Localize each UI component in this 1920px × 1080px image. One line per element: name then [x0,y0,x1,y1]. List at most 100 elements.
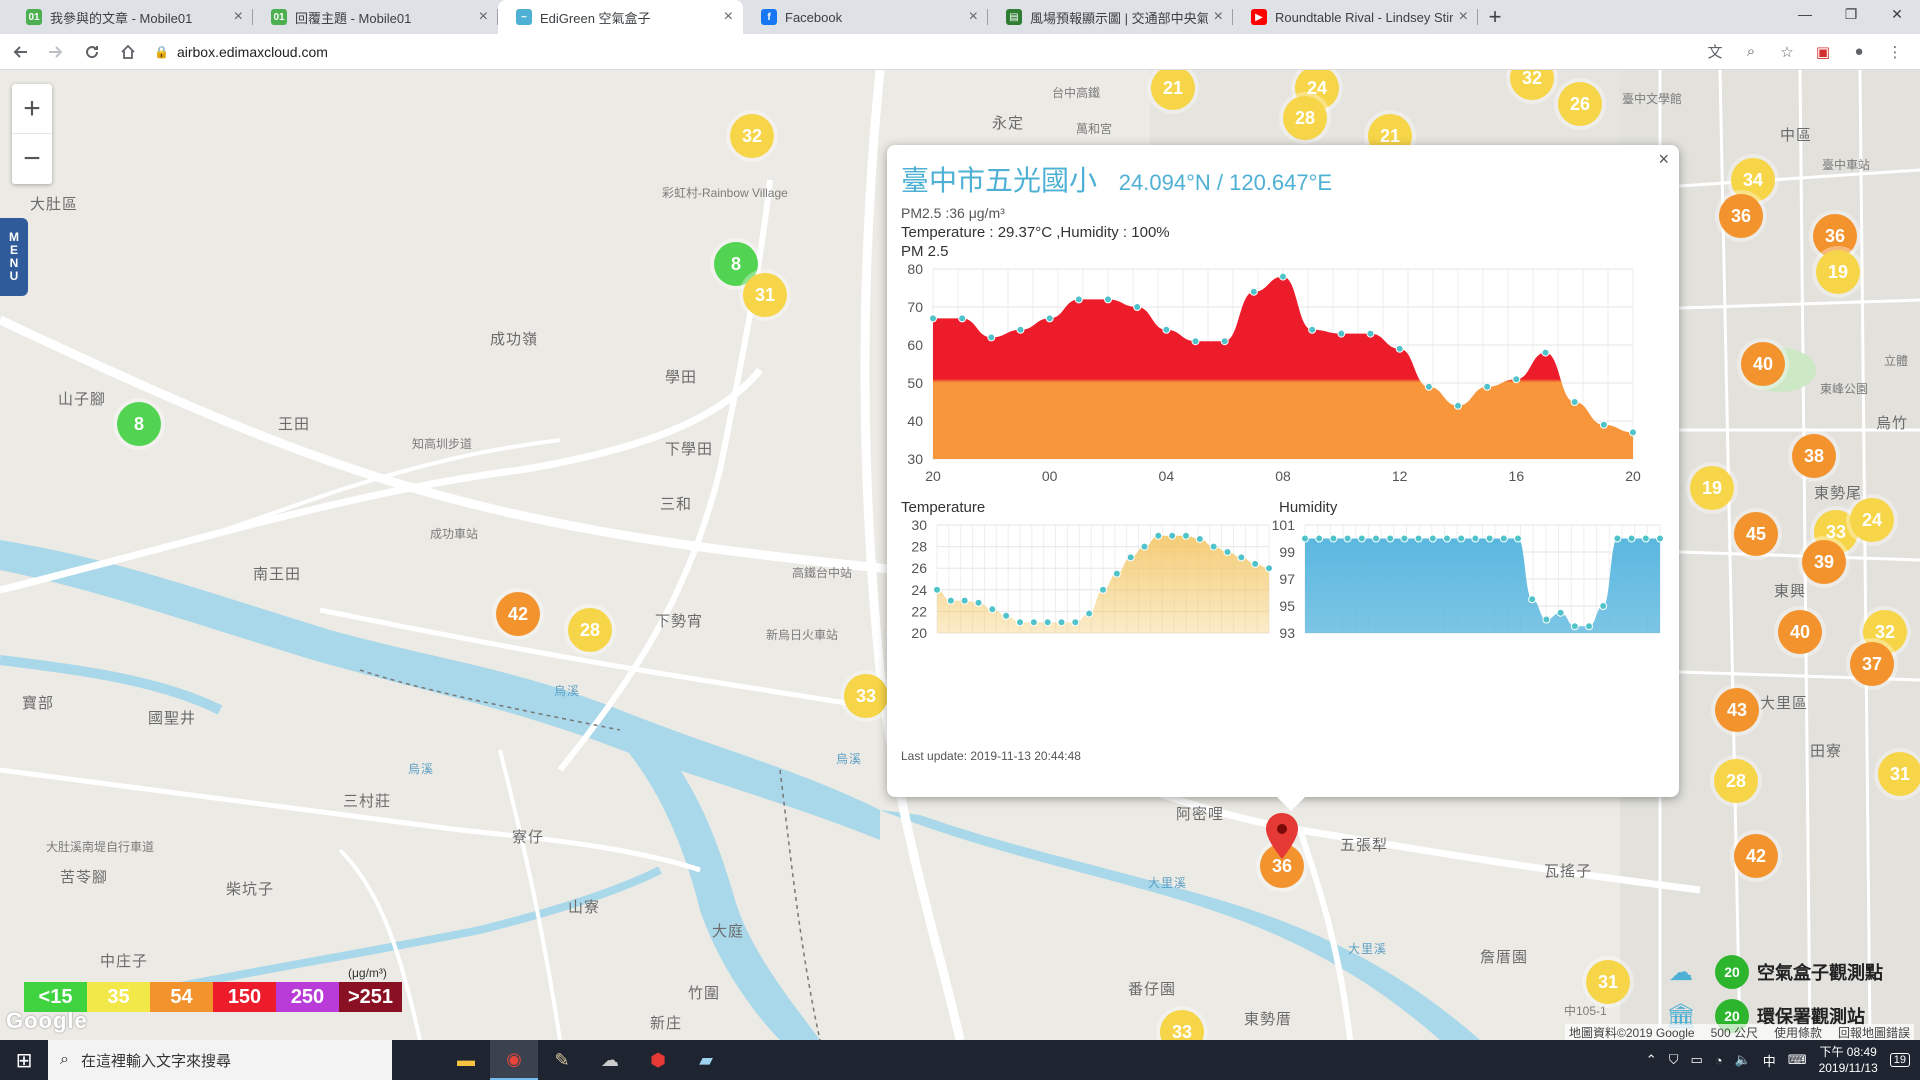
notification-badge[interactable]: 19 [1889,1053,1910,1067]
app-icon[interactable]: ▰ [682,1040,730,1080]
app-icon[interactable]: ⬢ [634,1040,682,1080]
station-marker[interactable]: 38 [1792,434,1836,478]
data-point[interactable] [946,596,955,605]
map-canvas[interactable]: 大肚區 成功嶺 學田 王田 山子腳 下學田 三和 南王田 成功車站 高鐵台中站 下勢宵 新烏日火車站國… [0,70,1920,1040]
data-point[interactable] [1195,535,1204,544]
selected-pin-icon[interactable] [1266,813,1298,859]
taskbar-search[interactable]: ⌕ 在這裡輸入文字來搜尋 [48,1040,392,1080]
station-marker[interactable]: 40 [1778,610,1822,654]
data-point[interactable] [1343,534,1352,543]
close-tab-icon[interactable]: × [724,8,733,26]
data-point[interactable] [1223,548,1232,556]
data-point[interactable] [1414,534,1423,543]
close-tab-icon[interactable]: × [234,8,243,26]
minimize-button[interactable]: — [1782,0,1828,28]
browser-tab[interactable]: ▤ 風場預報顯示圖 | 交通部中央氣象 × [988,0,1233,34]
data-point[interactable] [929,314,937,323]
data-point[interactable] [1485,534,1494,543]
station-marker[interactable]: 39 [1802,540,1846,584]
keyboard-icon[interactable]: ⌨ [1788,1052,1807,1068]
data-point[interactable] [1613,534,1622,543]
station-marker[interactable]: 37 [1850,642,1894,686]
data-point[interactable] [1182,531,1190,540]
bookmark-star-icon[interactable]: ☆ [1772,37,1802,67]
chrome-icon[interactable]: ◉ [490,1040,538,1080]
data-point[interactable] [1629,428,1637,437]
data-point[interactable] [1366,329,1375,338]
data-point[interactable] [988,605,997,614]
station-marker[interactable]: 42 [496,592,540,636]
forward-button[interactable] [40,36,72,68]
data-point[interactable] [974,598,983,607]
data-point[interactable] [1570,622,1579,631]
data-point[interactable] [1071,618,1080,627]
station-marker[interactable]: 40 [1741,342,1785,386]
close-window-button[interactable]: ✕ [1874,0,1920,28]
data-point[interactable] [1457,534,1466,543]
station-legend-row[interactable]: ☁ 20 空氣盒子觀測點 [1655,950,1920,994]
data-point[interactable] [1220,337,1229,346]
data-point[interactable] [1357,534,1366,543]
data-point[interactable] [1499,534,1508,543]
data-point[interactable] [1386,534,1395,543]
maximize-button[interactable]: ❐ [1828,0,1874,28]
data-point[interactable] [1251,559,1260,568]
data-point[interactable] [1029,618,1038,627]
data-point[interactable] [1372,534,1380,543]
browser-tab[interactable]: 01 我參與的文章 - Mobile01 × [8,0,253,34]
data-point[interactable] [1045,314,1054,323]
data-point[interactable] [1126,553,1135,562]
data-point[interactable] [1599,420,1608,429]
data-point[interactable] [1329,534,1338,543]
ime-indicator[interactable]: 中 [1763,1051,1776,1070]
data-point[interactable] [1140,542,1149,551]
close-tab-icon[interactable]: × [1459,8,1468,26]
data-point[interactable] [1570,398,1579,406]
data-point[interactable] [1279,272,1287,281]
battery-icon[interactable]: ▭ [1690,1052,1702,1068]
data-point[interactable] [1016,618,1024,627]
data-point[interactable] [1168,531,1177,540]
data-point[interactable] [1162,325,1171,334]
chevron-up-icon[interactable]: ⌃ [1646,1052,1657,1068]
data-point[interactable] [1133,303,1142,311]
data-point[interactable] [1454,401,1462,410]
data-point[interactable] [1074,295,1083,304]
data-point[interactable] [1002,611,1011,620]
address-bar[interactable]: 🔒 airbox.edimaxcloud.com [154,38,1700,66]
file-explorer-icon[interactable]: ▬ [442,1040,490,1080]
data-point[interactable] [1483,382,1492,391]
data-point[interactable] [1337,329,1346,338]
station-marker[interactable]: 24 [1850,498,1894,542]
data-point[interactable] [1154,531,1163,540]
data-point[interactable] [1443,534,1451,543]
data-point[interactable] [1308,325,1317,334]
data-point[interactable] [1471,534,1480,543]
data-point[interactable] [1599,602,1608,610]
station-marker[interactable]: 43 [1715,688,1759,732]
menu-tab[interactable]: M E N U [0,218,28,296]
shield-icon[interactable]: ⛉ [1669,1052,1679,1068]
data-point[interactable] [987,333,996,342]
data-point[interactable] [933,585,941,594]
station-marker[interactable]: 33 [844,674,888,718]
close-icon[interactable]: × [1658,149,1669,170]
data-point[interactable] [1104,295,1112,304]
data-point[interactable] [1656,534,1664,543]
volume-icon[interactable]: 🔈 [1735,1052,1751,1068]
app-icon[interactable]: ✎ [538,1040,586,1080]
data-point[interactable] [1514,534,1522,543]
data-point[interactable] [1641,534,1650,543]
data-point[interactable] [1528,595,1537,604]
data-point[interactable] [960,596,969,605]
data-point[interactable] [1112,569,1121,578]
data-point[interactable] [1099,585,1107,594]
data-point[interactable] [1085,609,1094,618]
close-tab-icon[interactable]: × [969,8,978,26]
profile-avatar-icon[interactable]: ● [1844,37,1874,67]
data-point[interactable] [1057,618,1066,627]
data-point[interactable] [1585,622,1593,631]
station-marker[interactable]: 19 [1816,250,1860,294]
windows-start-icon[interactable]: ⊞ [0,1040,48,1080]
station-marker[interactable]: 26 [1558,82,1602,126]
